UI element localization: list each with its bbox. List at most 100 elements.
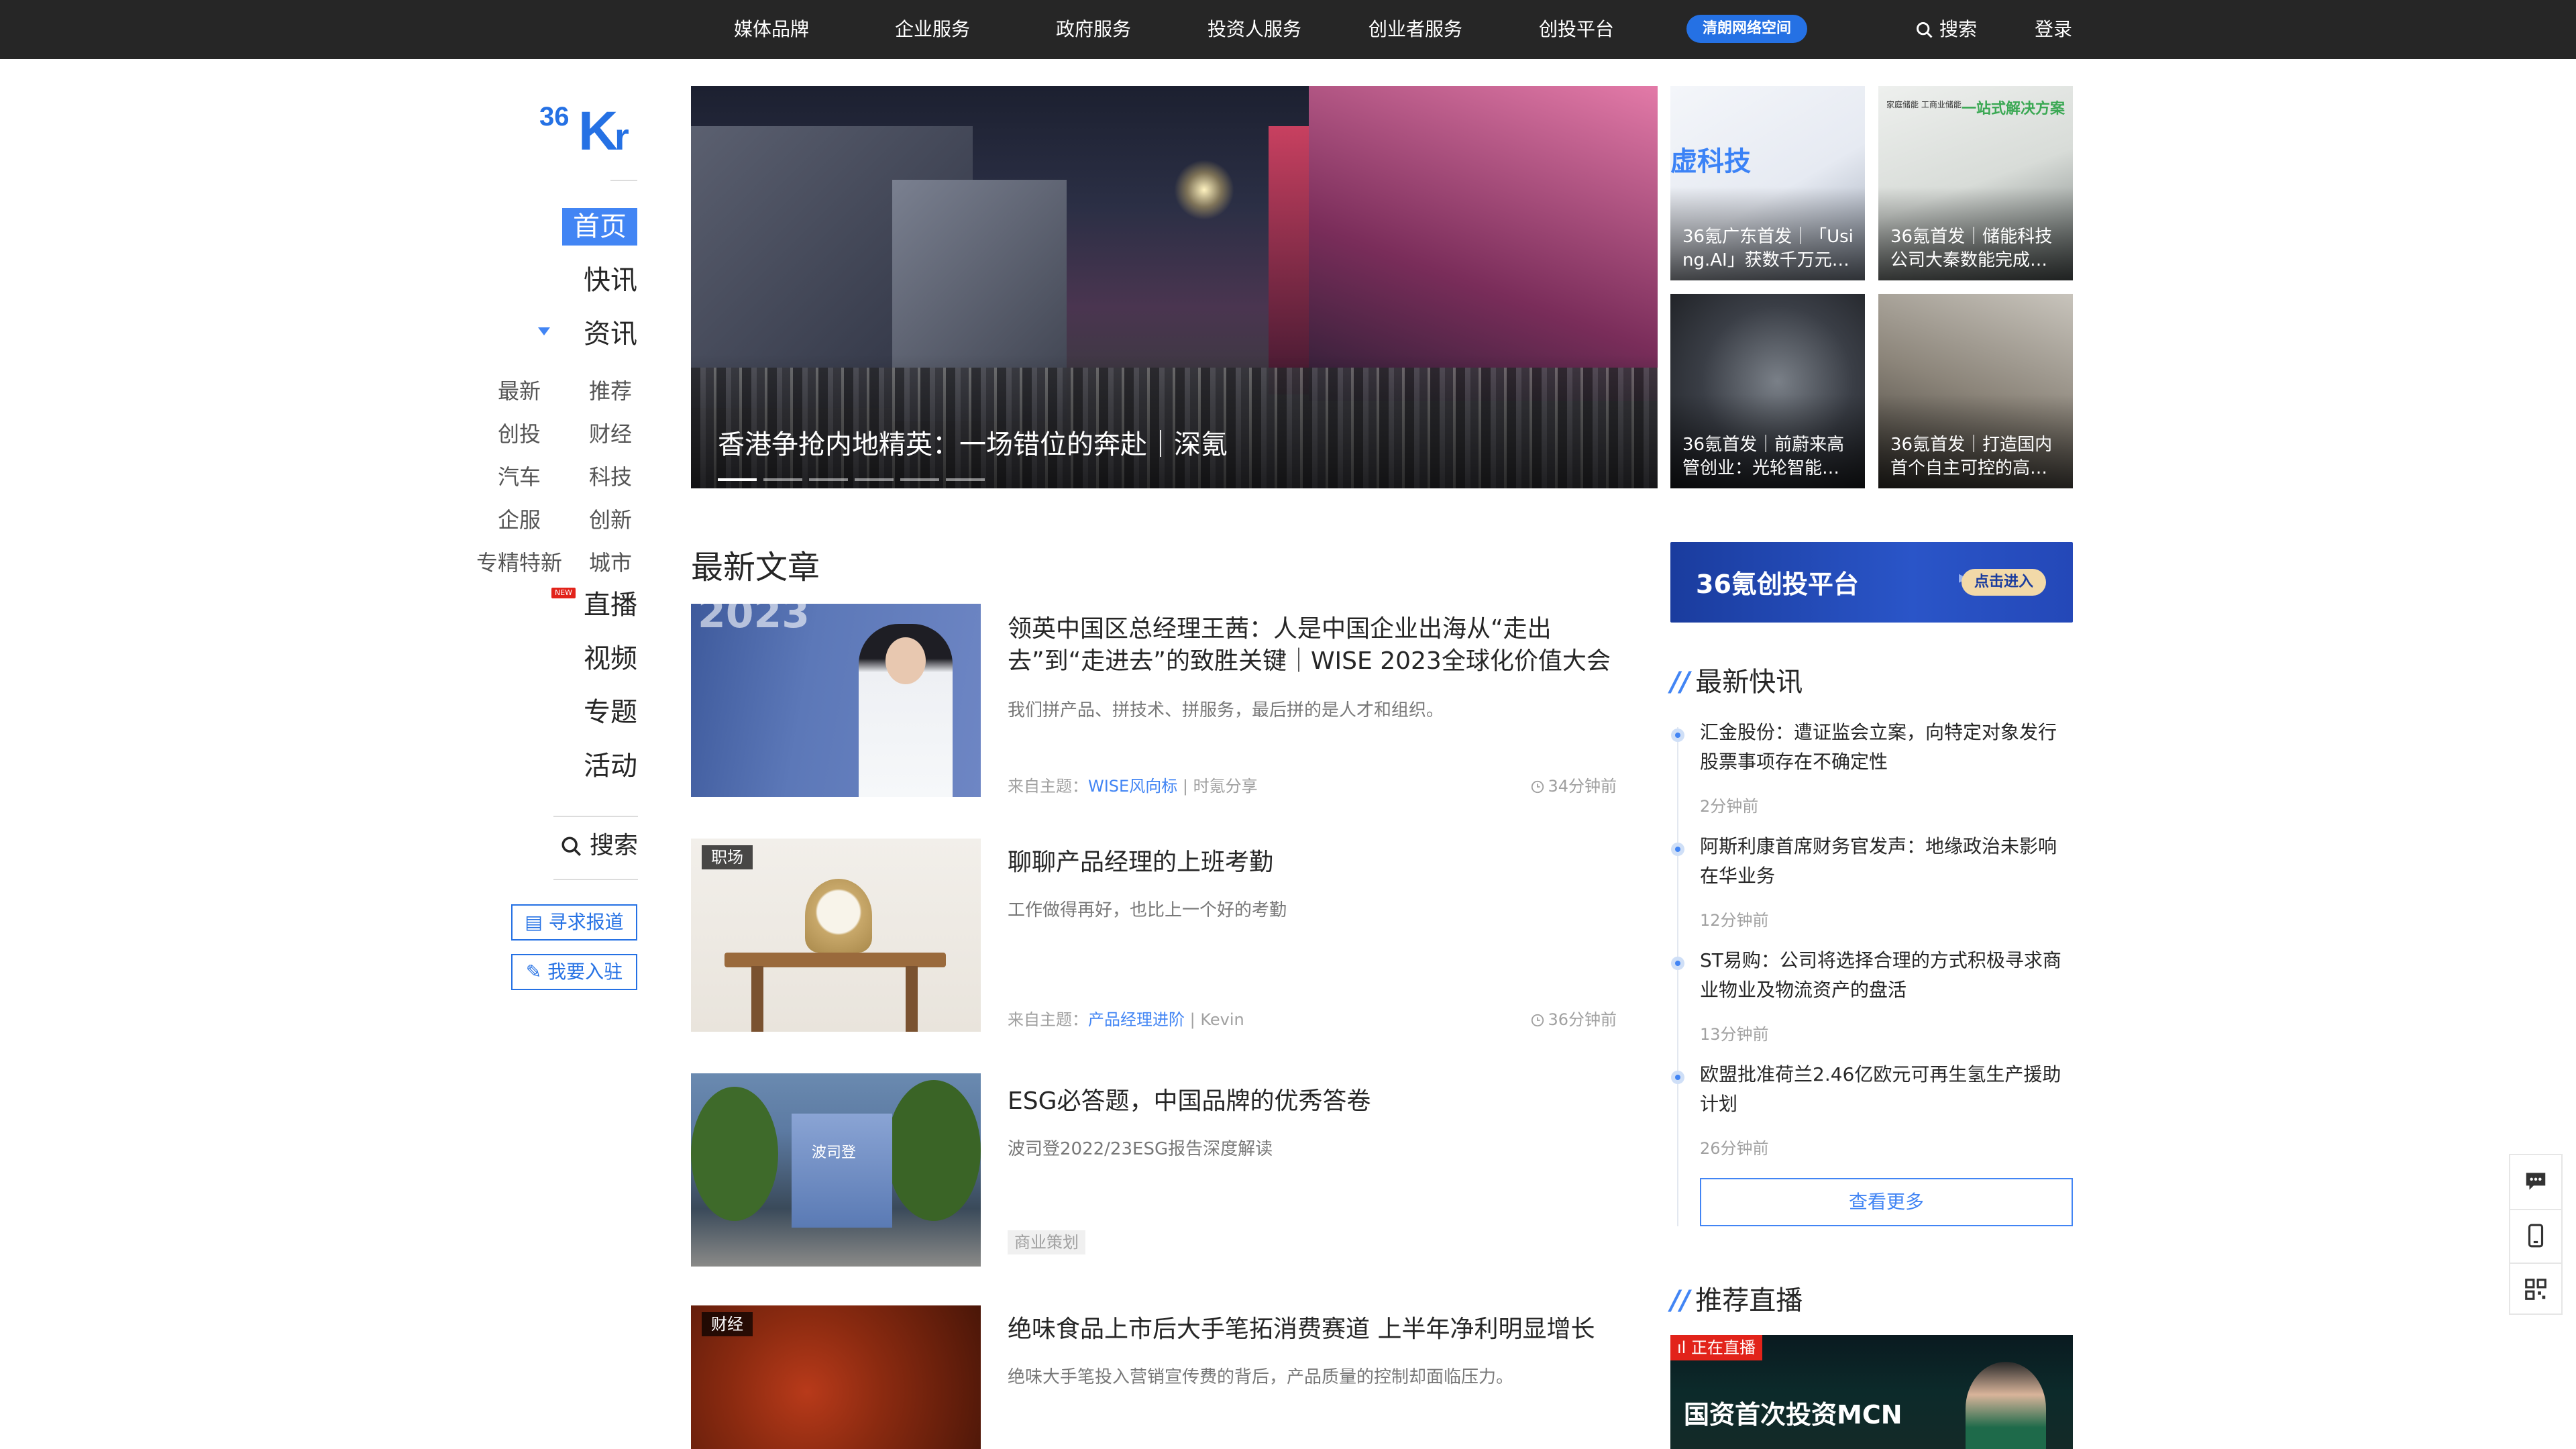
article-thumbnail[interactable]: 职场	[691, 839, 981, 1032]
live-card[interactable]: 国资首次投资MCN ıl 正在直播	[1670, 1335, 2073, 1449]
thumb-caption: 36氪首发｜打造国内 首个自主可控的高…	[1890, 433, 2065, 480]
qr-code-button[interactable]	[2510, 1263, 2561, 1315]
featured-thumb[interactable]: 36氪首发｜前蔚来高 管创业：光轮智能…	[1670, 294, 1865, 488]
article-title[interactable]: 绝味食品上市后大手笔拓消费赛道 上半年净利明显增长	[1008, 1313, 1638, 1346]
hero-carousel[interactable]: 香港争抢内地精英：一场错位的奔赴｜深氪	[691, 86, 1658, 488]
topnav-enterprise-service[interactable]: 企业服务	[895, 0, 970, 59]
carousel-dot[interactable]	[946, 478, 985, 481]
article-meta: 来自主题：WISE风向标 | 时氪分享	[1008, 773, 1258, 796]
sidebar-item-news[interactable]: 资讯	[584, 315, 637, 353]
sidebar-sub-latest[interactable]: 最新	[498, 374, 541, 405]
top-search-button[interactable]: 搜索	[1915, 0, 1977, 59]
flash-item-text[interactable]: 汇金股份：遭证监会立案，向特定对象发行股票事项存在不确定性	[1700, 718, 2073, 777]
sidebar-sub-tech[interactable]: 科技	[589, 460, 632, 491]
search-icon	[561, 837, 581, 857]
article-title[interactable]: 聊聊产品经理的上班考勤	[1008, 847, 1638, 879]
sidebar-item-video[interactable]: 视频	[584, 640, 637, 678]
article-time-text: 34分钟前	[1548, 777, 1617, 796]
hero-title[interactable]: 香港争抢内地精英：一场错位的奔赴｜深氪	[718, 423, 1228, 462]
timeline-dot	[1671, 729, 1684, 742]
article-time: 34分钟前	[1530, 773, 1617, 796]
flash-item-text[interactable]: 阿斯利康首席财务官发声：地缘政治未影响在华业务	[1700, 832, 2073, 891]
seek-coverage-button[interactable]: ▤ 寻求报道	[511, 904, 637, 941]
sidebar-item-topics[interactable]: 专题	[584, 694, 637, 731]
view-more-button[interactable]: 查看更多	[1700, 1178, 2073, 1226]
thumb-caption-line: 36氪首发｜前蔚来高	[1682, 435, 1845, 455]
timeline-dot	[1671, 843, 1684, 856]
featured-thumb[interactable]: 虚科技 36氪广东首发｜「Usi ng.AI」获数千万元…	[1670, 86, 1865, 280]
thumb-caption-line: 36氪首发｜储能科技	[1890, 227, 2053, 247]
sidebar-sub-recommend[interactable]: 推荐	[589, 374, 632, 405]
carousel-dot[interactable]	[809, 478, 848, 481]
flash-item-text[interactable]: 欧盟批准荷兰2.46亿欧元可再生氢生产援助计划	[1700, 1060, 2073, 1119]
article-thumbnail[interactable]: 波司登	[691, 1073, 981, 1267]
sidebar-item-events[interactable]: 活动	[584, 747, 637, 785]
sidebar-item-live[interactable]: 直播	[584, 586, 637, 624]
svg-text:36: 36	[539, 102, 570, 131]
sidebar-sub-innovation[interactable]: 创新	[589, 503, 632, 534]
sidebar-sub-finance[interactable]: 财经	[589, 417, 632, 448]
feedback-button[interactable]	[2510, 1155, 2561, 1208]
flash-item-text[interactable]: ST易购：公司将选择合理的方式积极寻求商业物业及物流资产的盘活	[1700, 946, 2073, 1005]
banner-title: 36氪创投平台	[1696, 570, 1859, 599]
sidebar-sub-vc[interactable]: 创投	[498, 417, 541, 448]
article-author[interactable]: Kevin	[1200, 1010, 1244, 1029]
carousel-dot[interactable]	[900, 478, 939, 481]
live-host-figure	[1966, 1362, 2046, 1449]
thumbnail-figure	[792, 1114, 892, 1228]
join-button[interactable]: ✎ 我要入驻	[511, 954, 637, 990]
sidebar-sub-city[interactable]: 城市	[589, 546, 632, 577]
new-badge: NEW	[551, 588, 576, 598]
clock-icon	[1532, 1014, 1544, 1027]
featured-thumb[interactable]: 家庭储能 工商业储能 一站式解决方案 36氪首发｜储能科技 公司大秦数能完成…	[1878, 86, 2073, 280]
thumbnail-figure	[885, 637, 926, 684]
flash-item-time: 2分钟前	[1700, 797, 1759, 816]
clean-internet-badge[interactable]: 清朗网络空间	[1686, 15, 1807, 43]
topnav-government-service[interactable]: 政府服务	[1056, 0, 1131, 59]
sidebar-divider	[553, 816, 638, 817]
seek-coverage-label: 寻求报道	[548, 911, 624, 933]
live-section-title: //推荐直播	[1670, 1279, 1803, 1318]
article-thumbnail[interactable]: 2023	[691, 604, 981, 797]
article-time: 36分钟前	[1530, 1006, 1617, 1030]
carousel-dot[interactable]	[763, 478, 802, 481]
36kr-logo[interactable]: 36 K r	[539, 97, 640, 152]
mobile-app-button[interactable]	[2510, 1209, 2561, 1261]
article-description: 绝味大手笔投入营销宣传费的背后，产品质量的控制却面临压力。	[1008, 1367, 1514, 1387]
qr-code-icon	[2525, 1279, 2546, 1300]
article-chip[interactable]: 商业策划	[1008, 1230, 1085, 1254]
featured-thumb[interactable]: 36氪首发｜打造国内 首个自主可控的高…	[1878, 294, 2073, 488]
topnav-founder-service[interactable]: 创业者服务	[1368, 0, 1462, 59]
banner-enter-button[interactable]: 点击进入	[1962, 569, 2046, 596]
sidebar-item-home[interactable]: 首页	[562, 208, 637, 246]
article-topic-link[interactable]: 产品经理进阶	[1088, 1010, 1185, 1029]
article-author[interactable]: 时氪分享	[1193, 777, 1258, 796]
carousel-dot[interactable]	[855, 478, 894, 481]
live-section-title-text: 推荐直播	[1695, 1285, 1803, 1316]
carousel-dot[interactable]	[718, 478, 757, 481]
title-slash-icon: //	[1670, 1285, 1690, 1316]
sidebar-item-flash[interactable]: 快讯	[584, 262, 637, 299]
article-title[interactable]: ESG必答题，中国品牌的优秀答卷	[1008, 1085, 1638, 1118]
sidebar-sub-enterprise[interactable]: 企服	[498, 503, 541, 534]
login-link[interactable]: 登录	[2035, 0, 2072, 59]
topnav-vc-platform[interactable]: 创投平台	[1539, 0, 1614, 59]
article-thumbnail[interactable]: 财经	[691, 1305, 981, 1449]
hero-image-part	[1174, 160, 1234, 220]
topnav-investor-service[interactable]: 投资人服务	[1208, 0, 1301, 59]
thumb-image-small-text: 家庭储能 工商业储能	[1886, 100, 1962, 109]
floating-toolbar	[2509, 1154, 2563, 1315]
sidebar-sub-specialized[interactable]: 专精特新	[476, 546, 562, 577]
topnav-media-brand[interactable]: 媒体品牌	[734, 0, 809, 59]
vc-platform-banner[interactable]: 36氪创投平台 ▸▸ 点击进入	[1670, 542, 2073, 623]
join-label: 我要入驻	[547, 961, 623, 983]
thumb-caption-line: 36氪广东首发｜「Usi	[1682, 227, 1854, 247]
flash-news-title-text: 最新快讯	[1695, 667, 1803, 698]
caret-down-icon	[538, 327, 550, 335]
thumb-caption-line: 管创业：光轮智能…	[1682, 458, 1840, 478]
sidebar-search-button[interactable]: 搜索	[553, 829, 638, 863]
sidebar-sub-auto[interactable]: 汽车	[498, 460, 541, 491]
article-title[interactable]: 领英中国区总经理王茜：人是中国企业出海从“走出去”到“走进去”的致胜关键｜WIS…	[1008, 613, 1638, 678]
thumbnail-figure	[906, 966, 918, 1032]
article-topic-link[interactable]: WISE风向标	[1088, 777, 1177, 796]
